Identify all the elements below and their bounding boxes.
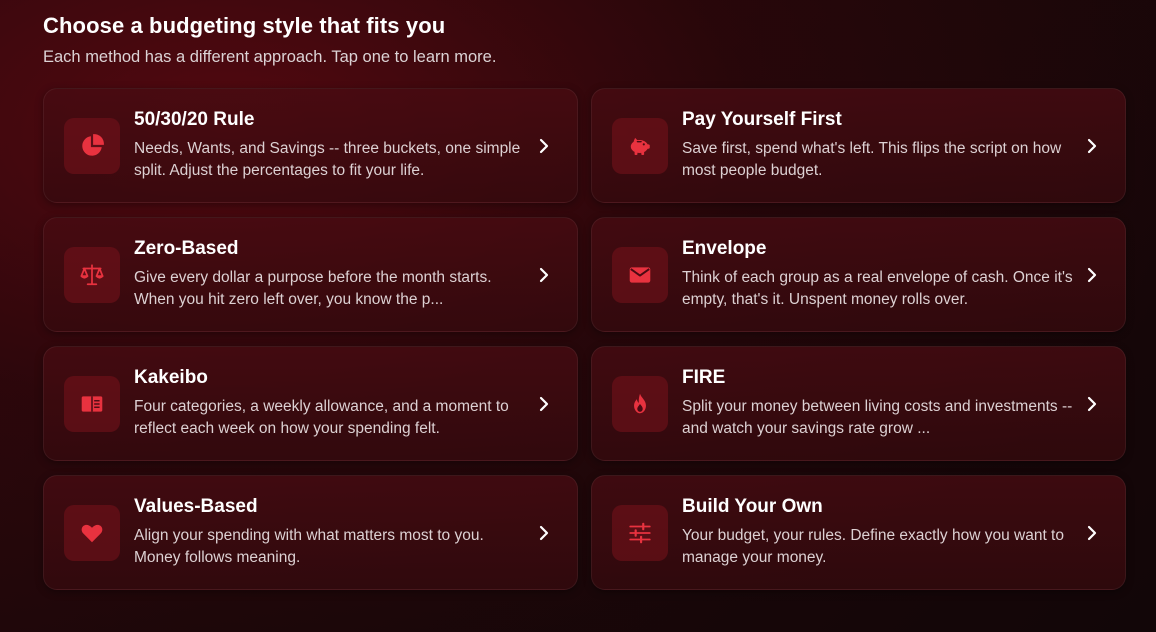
card-description: Your budget, your rules. Define exactly …: [682, 527, 1064, 566]
chevron-right-icon: [537, 266, 551, 284]
card-title: Kakeibo: [134, 367, 208, 388]
budgeting-style-page: Choose a budgeting style that fits you E…: [0, 0, 1156, 632]
chevron-right-icon: [537, 524, 551, 542]
chevron-right-icon: [1085, 137, 1099, 155]
card-description: Give every dollar a purpose before the m…: [134, 269, 492, 308]
budget-card-pay-yourself-first[interactable]: Pay Yourself First Save first, spend wha…: [591, 88, 1126, 203]
page-title: Choose a budgeting style that fits you: [43, 13, 446, 38]
chevron-right-icon: [537, 137, 551, 155]
budget-card-zero-based[interactable]: Zero-Based Give every dollar a purpose b…: [43, 217, 578, 332]
budget-card-50-30-20[interactable]: 50/30/20 Rule Needs, Wants, and Savings …: [43, 88, 578, 203]
card-title: 50/30/20 Rule: [134, 109, 255, 130]
pie-chart-icon: [64, 118, 120, 174]
card-description: Align your spending with what matters mo…: [134, 527, 484, 566]
chevron-right-icon: [537, 395, 551, 413]
chevron-right-icon: [1085, 266, 1099, 284]
card-description: Split your money between living costs an…: [682, 398, 1073, 437]
heart-icon: [64, 505, 120, 561]
page-subtitle: Each method has a different approach. Ta…: [43, 48, 497, 66]
budget-style-grid: 50/30/20 Rule Needs, Wants, and Savings …: [43, 88, 1126, 590]
card-description: Think of each group as a real envelope o…: [682, 269, 1073, 308]
chevron-right-icon: [1085, 524, 1099, 542]
budget-card-values-based[interactable]: Values-Based Align your spending with wh…: [43, 475, 578, 590]
card-title: Pay Yourself First: [682, 109, 842, 130]
card-title: Values-Based: [134, 496, 258, 517]
scale-icon: [64, 247, 120, 303]
envelope-icon: [612, 247, 668, 303]
book-icon: [64, 376, 120, 432]
budget-card-build-your-own[interactable]: Build Your Own Your budget, your rules. …: [591, 475, 1126, 590]
card-title: Build Your Own: [682, 496, 823, 517]
card-title: Envelope: [682, 238, 767, 259]
flame-icon: [612, 376, 668, 432]
piggy-bank-icon: [612, 118, 668, 174]
card-description: Save first, spend what's left. This flip…: [682, 140, 1062, 179]
card-description: Four categories, a weekly allowance, and…: [134, 398, 509, 437]
budget-card-fire[interactable]: FIRE Split your money between living cos…: [591, 346, 1126, 461]
card-title: FIRE: [682, 367, 726, 388]
budget-card-envelope[interactable]: Envelope Think of each group as a real e…: [591, 217, 1126, 332]
card-description: Needs, Wants, and Savings -- three bucke…: [134, 140, 521, 179]
budget-card-kakeibo[interactable]: Kakeibo Four categories, a weekly allowa…: [43, 346, 578, 461]
chevron-right-icon: [1085, 395, 1099, 413]
sliders-icon: [612, 505, 668, 561]
card-title: Zero-Based: [134, 238, 239, 259]
